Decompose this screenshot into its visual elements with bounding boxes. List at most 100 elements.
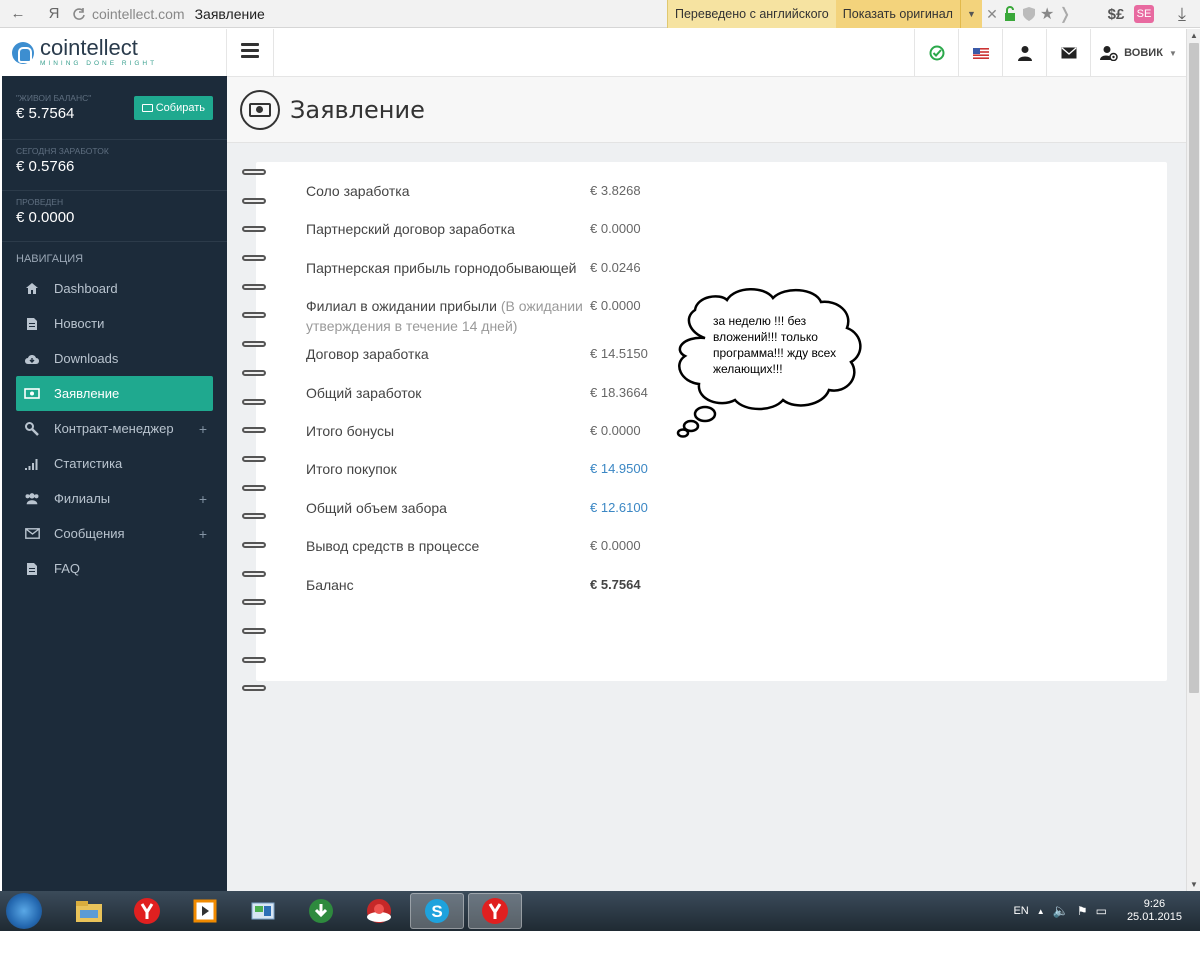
document-icon	[24, 317, 40, 331]
extension-icon[interactable]: SE	[1134, 5, 1154, 23]
sidebar-item[interactable]: FAQ	[2, 551, 227, 586]
signal-bars-icon	[24, 457, 40, 471]
address-bar[interactable]: cointellect.com Заявление	[72, 6, 265, 22]
back-button[interactable]: ←	[6, 5, 30, 22]
clock[interactable]: 9:26 25.01.2015	[1127, 898, 1182, 924]
volume-icon[interactable]: 🔈	[1053, 903, 1069, 919]
reload-icon[interactable]	[72, 7, 86, 21]
sidebar-item-label: Контракт-менеджер	[54, 421, 174, 436]
show-original-button[interactable]: Показать оригинал	[835, 0, 960, 28]
user-name: ВОВИК	[1124, 47, 1163, 59]
user-menu[interactable]: ВОВИК ▼	[1090, 29, 1186, 77]
profile-button[interactable]	[1002, 29, 1046, 77]
taskbar-control-panel[interactable]	[236, 893, 290, 929]
notebook-ring	[242, 369, 266, 376]
download-icon[interactable]: ⤓	[1164, 4, 1200, 25]
collect-button[interactable]: Собирать	[133, 95, 213, 120]
messages-button[interactable]	[1046, 29, 1090, 77]
currency-extension-icon[interactable]: $£	[1100, 6, 1132, 23]
network-icon[interactable]: ▭	[1096, 904, 1107, 918]
notebook-ring	[242, 169, 266, 175]
caret-down-icon: ▼	[1168, 48, 1177, 58]
bubble-text: за неделю !!! без вложений!!! только про…	[713, 314, 837, 376]
statement-value-link[interactable]: € 14.9500	[590, 459, 648, 489]
action-center-flag-icon[interactable]: ⚑	[1077, 904, 1088, 918]
expand-plus-icon[interactable]: +	[199, 526, 207, 542]
yandex-button[interactable]: Я	[42, 5, 66, 22]
scroll-down-icon[interactable]: ▼	[1190, 880, 1198, 889]
statement-label-text: Филиал в ожидании прибыли	[306, 298, 497, 315]
sidebar-item[interactable]: Контракт-менеджер +	[2, 411, 227, 446]
user-settings-icon	[1100, 46, 1118, 61]
statement-row: Общий объем забора € 12.6100	[306, 494, 706, 532]
taskbar-skype[interactable]: S	[410, 893, 464, 929]
nav-header: НАВИГАЦИЯ	[16, 253, 84, 265]
notebook-ring	[242, 628, 266, 634]
taskbar-explorer[interactable]	[62, 893, 116, 929]
scroll-up-icon[interactable]: ▲	[1190, 31, 1198, 40]
folder-icon	[76, 901, 102, 922]
sidebar-item[interactable]: Статистика	[2, 446, 227, 481]
taskbar-app-red[interactable]	[352, 893, 406, 929]
page-scrollbar[interactable]: ▲ ▼	[1186, 29, 1200, 891]
statement-rows: Соло заработка € 3.8268 Партнерский догово…	[306, 177, 706, 609]
taskbar-torrent[interactable]	[294, 893, 348, 929]
windows-taskbar: S EN ▲ 🔈 ⚑ ▭ 9:26 25.01.2015	[0, 891, 1200, 931]
expand-plus-icon[interactable]: +	[199, 491, 207, 507]
statement-label-text: Итого покупок	[306, 461, 397, 478]
sidebar-item[interactable]: Сообщения +	[2, 516, 227, 551]
statement-label: Итого бонусы	[306, 421, 590, 451]
translate-dropdown-icon[interactable]: ▼	[959, 0, 982, 28]
language-indicator[interactable]: EN	[1013, 905, 1028, 917]
notebook-ring	[242, 570, 266, 577]
tray-expand-icon[interactable]: ▲	[1037, 907, 1045, 916]
star-icon[interactable]: ★	[1040, 4, 1054, 24]
us-flag-icon	[972, 47, 989, 59]
thought-bubble: за неделю !!! без вложений!!! только про…	[665, 278, 875, 438]
screen: ← Я cointellect.com Заявление Переведено…	[0, 0, 1200, 960]
statement-value-link[interactable]: € 12.6100	[590, 498, 648, 528]
status-check-button[interactable]	[914, 29, 958, 77]
statement-value: € 18.3664	[590, 384, 648, 400]
expand-plus-icon[interactable]: +	[199, 421, 207, 437]
statement-value: € 0.0000	[590, 298, 641, 314]
scroll-thumb[interactable]	[1189, 43, 1199, 693]
menu-toggle-icon[interactable]	[241, 43, 259, 59]
browser-extensions: $£ SE ⤓	[1100, 0, 1200, 28]
start-button[interactable]	[6, 893, 42, 929]
sidebar-item-label: Dashboard	[54, 281, 118, 296]
statement-value: € 0.0000	[590, 538, 641, 554]
brain-logo-icon	[12, 41, 34, 64]
taskbar-yandex-active[interactable]	[468, 893, 522, 929]
statement-label: Договор заработка	[306, 344, 590, 374]
statement-row: Баланс € 5.7564	[306, 571, 706, 609]
sidebar-item[interactable]: Филиалы +	[2, 481, 227, 516]
shield-icon[interactable]	[1020, 6, 1038, 22]
today-earnings: СЕГОДНЯ ЗАРАБОТОК € 0.5766	[2, 140, 227, 191]
yandex-browser-icon	[134, 898, 160, 924]
yandex-browser-icon	[482, 898, 508, 924]
statement-row: Соло заработка € 3.8268	[306, 177, 706, 215]
notebook-ring	[242, 484, 266, 491]
url-domain: cointellect.com	[92, 5, 185, 22]
sidebar-item-label: Филиалы	[54, 491, 111, 506]
separator-icon: ❭	[1058, 6, 1072, 23]
language-button[interactable]	[958, 29, 1002, 77]
envelope-icon	[1061, 47, 1076, 59]
close-translate-icon[interactable]: ✕	[982, 6, 1002, 23]
statement-row: Вывод средств в процессе € 0.0000	[306, 532, 706, 570]
statement-label: Партнерский договор заработка	[306, 219, 590, 249]
taskbar-yandex-browser[interactable]	[120, 893, 174, 929]
statement-label-text: Баланс	[306, 576, 354, 593]
sidebar-item[interactable]: Dashboard	[2, 271, 227, 306]
settled-value: € 0.0000	[16, 209, 75, 226]
user-icon	[1017, 46, 1032, 61]
statement-label: Общий заработок	[306, 383, 590, 413]
sidebar-item[interactable]: Заявление	[16, 376, 213, 411]
settled-caption: ПРОВЕДЕН	[16, 197, 64, 207]
sidebar-item[interactable]: Downloads	[2, 341, 227, 376]
sidebar-item[interactable]: Новости	[2, 306, 227, 341]
lock-icon[interactable]	[1002, 6, 1020, 22]
taskbar-media-player[interactable]	[178, 893, 232, 929]
logo[interactable]: cointellect MINING DONE RIGHT	[2, 29, 227, 76]
